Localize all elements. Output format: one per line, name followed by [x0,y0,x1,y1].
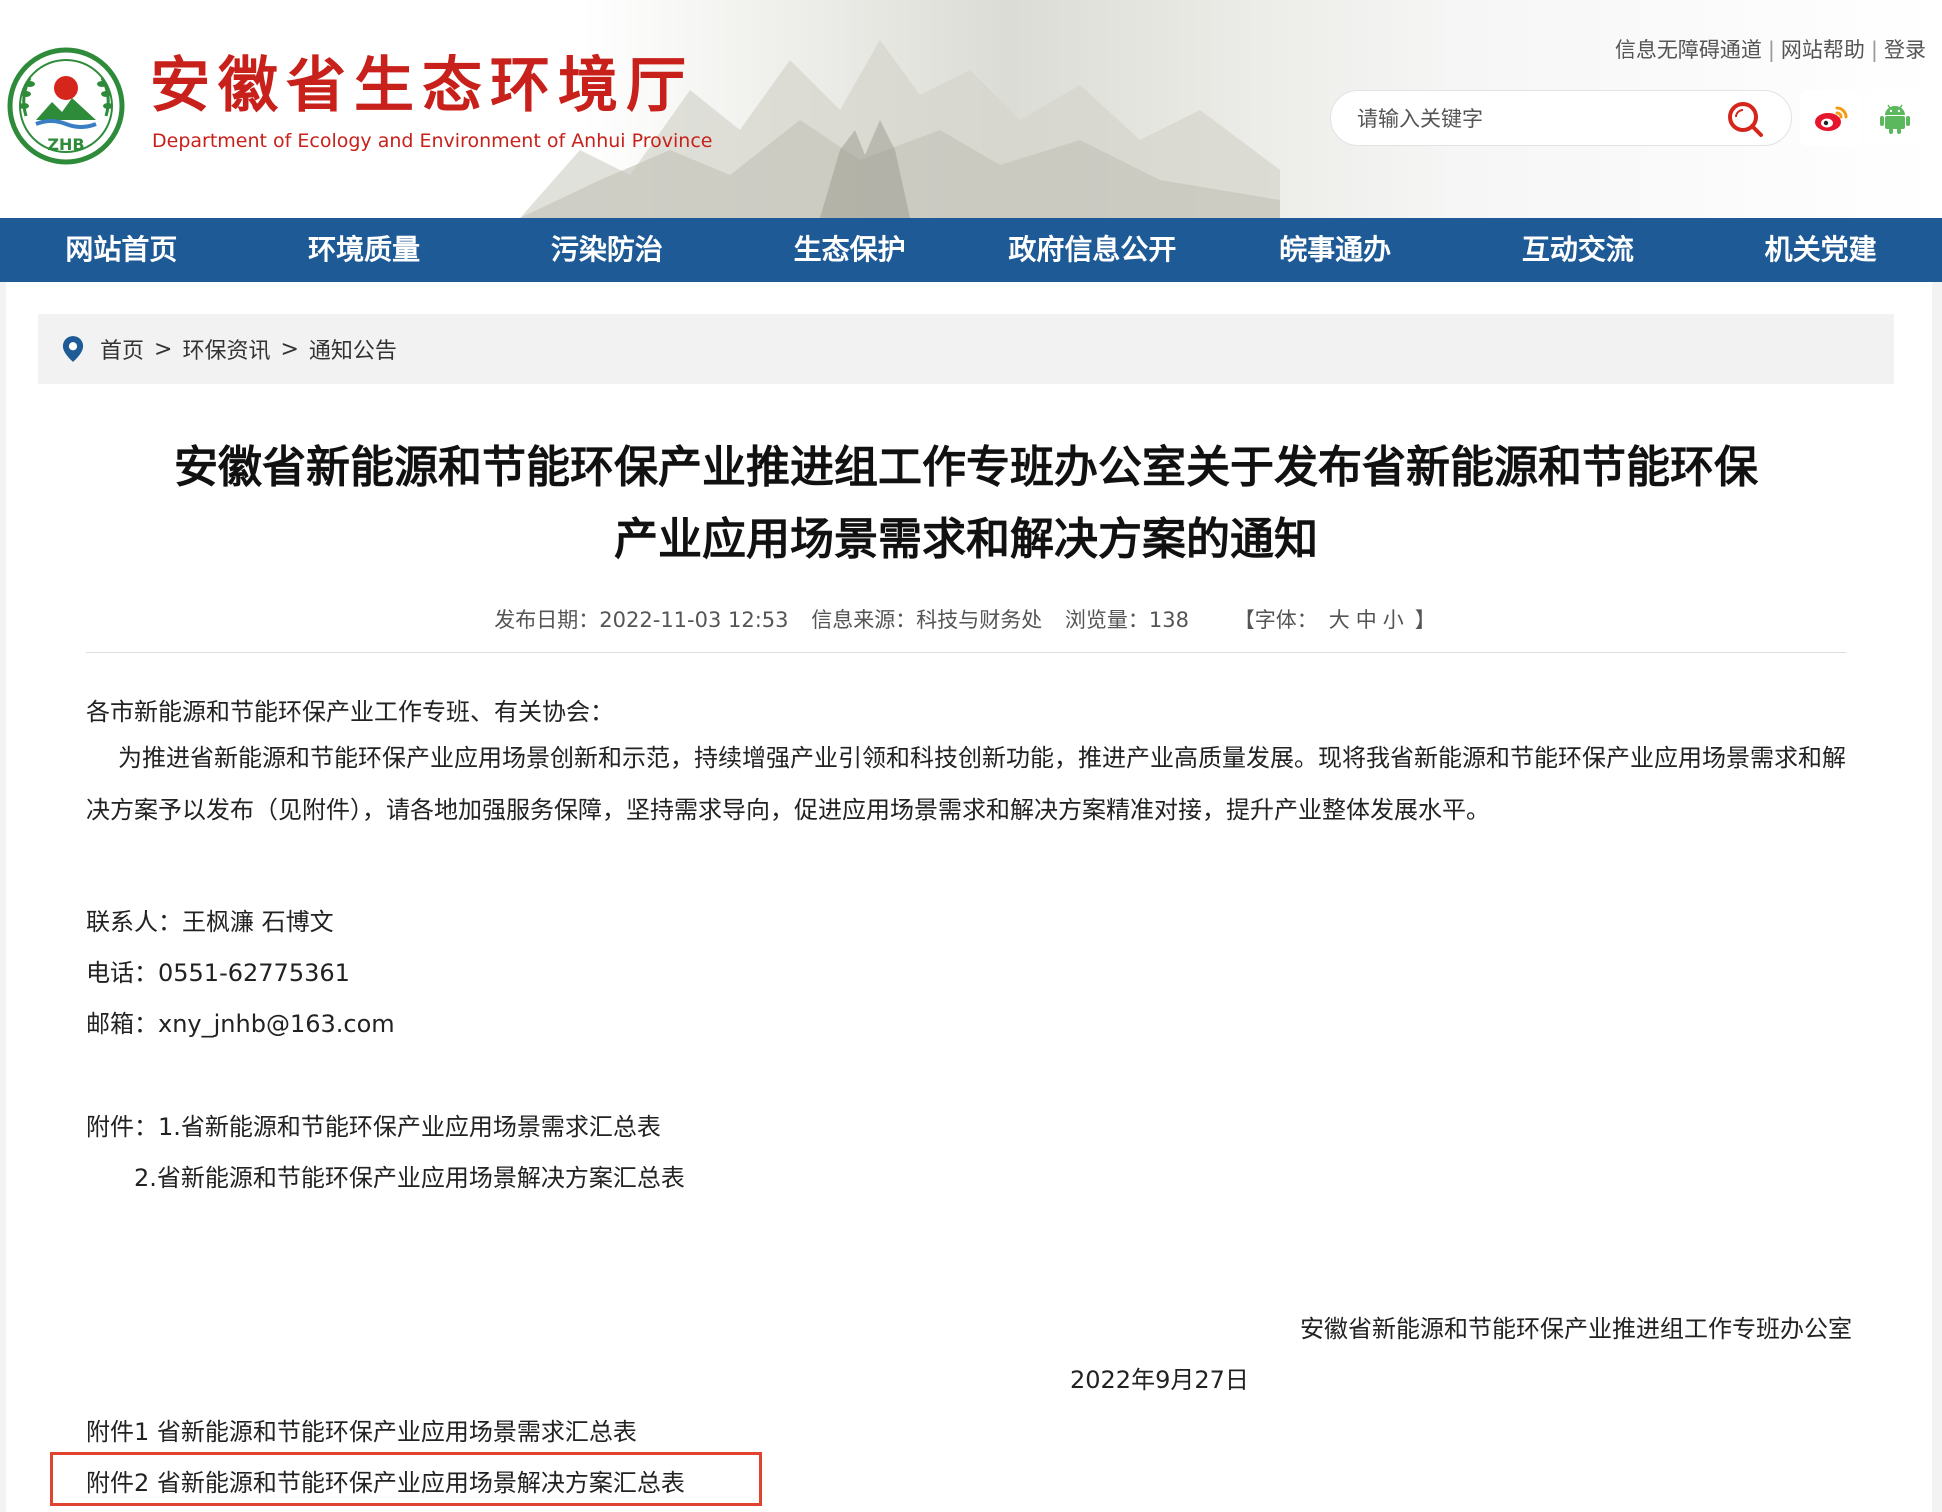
view-count: 浏览量：138 [1064,608,1190,632]
site-subtitle: Department of Ecology and Environment of… [152,130,713,152]
signature-date: 2022年9月27日 [1070,1366,1249,1394]
attachments-list-2: 2.省新能源和节能环保产业应用场景解决方案汇总表 [134,1164,685,1192]
login-link[interactable]: 登录 [1884,38,1926,62]
divider: | [1870,38,1878,62]
site-title: 安徽省生态环境厅 [150,51,694,121]
contact-email: 邮箱：xny_jnhb@163.com [86,1010,395,1038]
logo-text: ZHB [47,135,84,154]
top-links: 信息无障碍通道 | 网站帮助 | 登录 [1615,34,1926,64]
nav-item-interaction[interactable]: 互动交流 [1457,218,1700,282]
breadcrumb-news[interactable]: 环保资讯 [182,333,270,365]
search-input[interactable] [1355,103,1699,135]
info-source: 信息来源：科技与财务处 [811,608,1043,632]
content-panel: 首页 > 环保资讯 > 通知公告 安徽省新能源和节能环保产业推进组工作专班办公室… [6,282,1932,1512]
nav-item-home[interactable]: 网站首页 [0,218,243,282]
meta-divider [86,652,1846,653]
font-size-label: 【字体： [1233,608,1318,632]
body-paragraph: 为推进省新能源和节能环保产业应用场景创新和示范，持续增强产业引领和科技创新功能，… [86,744,1846,824]
main-nav: 网站首页 环境质量 污染防治 生态保护 政府信息公开 皖事通办 互动交流 机关党… [0,218,1942,282]
attachments-list-1: 附件：1.省新能源和节能环保产业应用场景需求汇总表 [86,1113,661,1141]
contact-phone: 电话：0551-62775361 [86,959,350,987]
nav-item-wanshitong[interactable]: 皖事通办 [1214,218,1457,282]
font-size-control: 【字体： 大中小】 [1226,608,1444,632]
weibo-icon [1815,106,1848,131]
font-size-small[interactable]: 小 [1383,608,1404,632]
contact-person: 联系人：王枫濂 石博文 [86,908,334,936]
breadcrumb-notices[interactable]: 通知公告 [309,333,397,365]
article-meta: 发布日期：2022-11-03 12:53 信息来源：科技与财务处 浏览量：13… [6,604,1932,634]
android-icon [1880,104,1910,134]
font-size-medium[interactable]: 中 [1356,608,1377,632]
help-link[interactable]: 网站帮助 [1781,38,1865,62]
zhb-logo: ZHB [7,47,125,165]
nav-item-environment-quality[interactable]: 环境质量 [243,218,486,282]
breadcrumb-home[interactable]: 首页 [100,333,144,365]
divider: | [1767,38,1775,62]
android-app-button[interactable] [1864,90,1926,146]
location-pin-icon [62,335,84,363]
nav-item-pollution-control[interactable]: 污染防治 [486,218,729,282]
nav-item-ecology-protection[interactable]: 生态保护 [728,218,971,282]
font-size-large[interactable]: 大 [1329,608,1350,632]
article-title: 安徽省新能源和节能环保产业推进组工作专班办公室关于发布省新能源和节能环保 产业应… [46,432,1886,576]
article-title-line2: 产业应用场景需求和解决方案的通知 [614,514,1318,565]
search-box [1330,90,1792,146]
breadcrumb-separator: > [280,336,299,362]
site-header: ZHB 安徽省生态环境厅 Department of Ecology and E… [0,0,1942,218]
nav-item-party-building[interactable]: 机关党建 [1699,218,1942,282]
breadcrumb: 首页 > 环保资讯 > 通知公告 [38,314,1894,384]
weibo-button[interactable] [1800,90,1862,146]
article-title-line1: 安徽省新能源和节能环保产业推进组工作专班办公室关于发布省新能源和节能环保 [174,442,1758,493]
font-size-close: 】 [1414,608,1436,632]
signature-org: 安徽省新能源和节能环保产业推进组工作专班办公室 [1300,1315,1852,1343]
attachment-link-1[interactable]: 附件1 省新能源和节能环保产业应用场景需求汇总表 [86,1412,637,1447]
breadcrumb-separator: > [154,336,173,362]
attachment-2-highlight-box [50,1452,762,1506]
salutation: 各市新能源和节能环保产业工作专班、有关协会： [86,698,614,726]
accessibility-link[interactable]: 信息无障碍通道 [1615,38,1762,62]
publish-date: 发布日期：2022-11-03 12:53 [494,608,789,632]
nav-item-gov-info[interactable]: 政府信息公开 [971,218,1214,282]
search-icon[interactable] [1725,99,1765,139]
